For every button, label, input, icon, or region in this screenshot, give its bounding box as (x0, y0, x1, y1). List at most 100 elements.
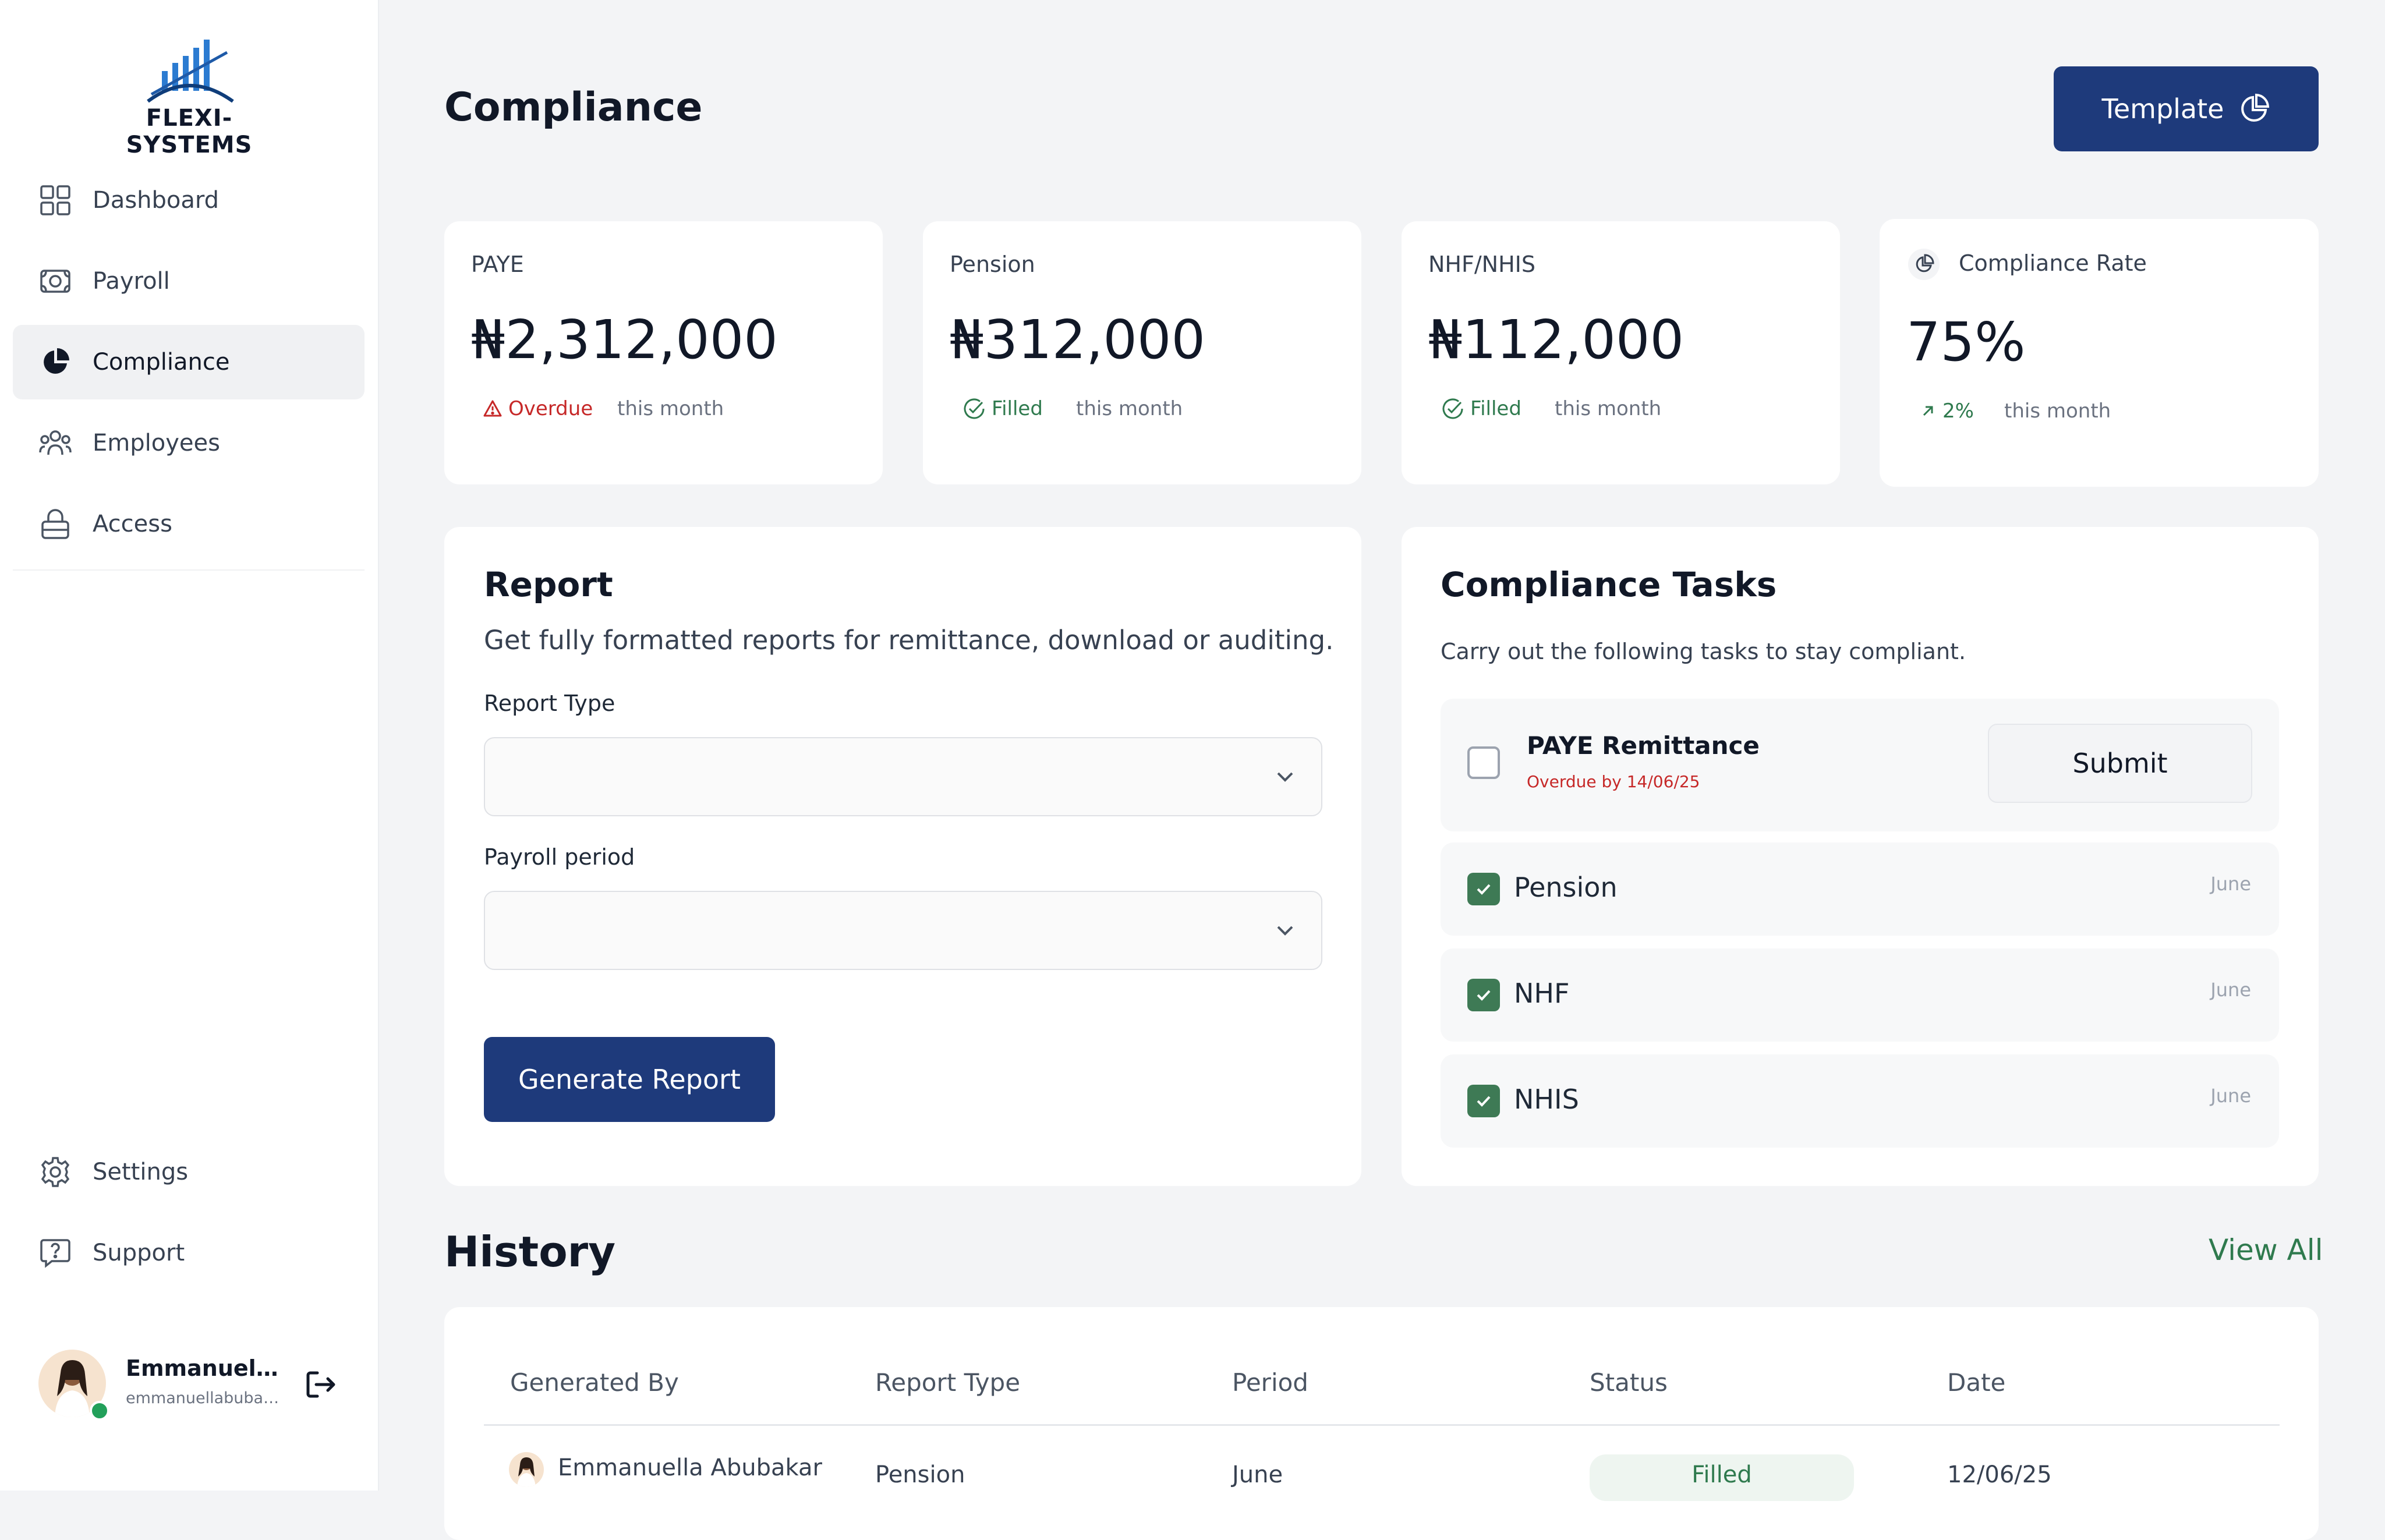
chevron-down-icon (1277, 926, 1293, 936)
view-all-link[interactable]: View All (2209, 1233, 2323, 1267)
sidebar-item-settings[interactable]: Settings (13, 1135, 365, 1209)
payroll-period-select[interactable] (484, 891, 1322, 970)
stat-label: Pension (950, 252, 1035, 277)
checkmark-icon (1477, 990, 1491, 1001)
people-icon (39, 430, 72, 455)
column-header[interactable]: Period (1232, 1368, 1308, 1397)
stat-footnote: this month (617, 397, 724, 420)
brand-logo[interactable]: FLEXI-SYSTEMS (93, 36, 285, 158)
task-checkbox[interactable] (1467, 979, 1500, 1011)
template-button[interactable]: Template (2054, 66, 2319, 151)
task-overdue-note: Overdue by 14/06/25 (1527, 772, 1700, 791)
stat-card-nhf-nhis: NHF/NHIS ₦112,000 Filled this month (1402, 221, 1840, 484)
arrow-up-right-icon (1923, 406, 1933, 416)
stat-value: ₦312,000 (950, 309, 1205, 371)
stat-card-compliance-rate: Compliance Rate 75% 2% this month (1880, 219, 2319, 487)
help-chat-icon (40, 1239, 70, 1268)
tasks-title: Compliance Tasks (1441, 565, 1777, 604)
checkmark-icon (1477, 1096, 1491, 1107)
sidebar-item-dashboard[interactable]: Dashboard (13, 163, 365, 238)
report-title: Report (484, 565, 613, 604)
table-cell-report-type: Pension (875, 1461, 965, 1488)
pie-chart-icon (2241, 93, 2270, 122)
report-type-select[interactable] (484, 737, 1322, 816)
page-title: Compliance (444, 84, 703, 130)
money-icon (40, 270, 70, 293)
task-month: June (2210, 979, 2251, 1001)
sidebar: FLEXI-SYSTEMS Dashboard Payroll Complian… (0, 0, 379, 1491)
check-circle-icon (964, 398, 985, 419)
brand-name: FLEXI-SYSTEMS (126, 105, 253, 158)
task-checkbox[interactable] (1467, 746, 1500, 779)
stat-footnote: this month (1555, 397, 1662, 420)
task-name: NHF (1514, 978, 1570, 1009)
stat-card-paye: PAYE ₦2,312,000 Overdue this month (444, 221, 883, 484)
payroll-period-label: Payroll period (484, 844, 635, 870)
logout-icon[interactable] (303, 1367, 338, 1402)
task-name: NHIS (1514, 1084, 1579, 1115)
column-header[interactable]: Date (1947, 1368, 2005, 1397)
task-checkbox[interactable] (1467, 1085, 1500, 1117)
task-checkbox[interactable] (1467, 873, 1500, 905)
status-badge-overdue: Overdue (483, 397, 593, 420)
sidebar-item-label: Compliance (93, 349, 230, 376)
report-subtitle: Get fully formatted reports for remittan… (484, 625, 1334, 656)
pie-chart-icon (44, 348, 69, 374)
table-cell-date: 12/06/25 (1947, 1461, 2052, 1488)
user-profile[interactable]: Emmanuella... emmanuellabubak... (38, 1350, 341, 1421)
column-header[interactable]: Report Type (875, 1368, 1020, 1397)
stat-footnote: this month (2004, 399, 2111, 423)
check-circle-icon (1442, 398, 1463, 419)
lock-icon (41, 509, 69, 539)
grid-icon (40, 185, 70, 215)
stat-value: 75% (1906, 311, 2026, 373)
sidebar-item-label: Payroll (93, 268, 170, 295)
sidebar-item-label: Dashboard (93, 187, 220, 214)
tasks-subtitle: Carry out the following tasks to stay co… (1441, 639, 1966, 664)
sidebar-item-compliance[interactable]: Compliance (13, 325, 365, 399)
history-title: History (444, 1227, 616, 1276)
stat-label: Compliance Rate (1959, 250, 2147, 276)
report-type-label: Report Type (484, 691, 615, 716)
table-cell-period: June (1232, 1461, 1283, 1488)
generate-report-button[interactable]: Generate Report (484, 1037, 775, 1122)
history-table (444, 1307, 2319, 1540)
status-badge-filled: Filled (963, 397, 1043, 420)
stat-value: ₦112,000 (1428, 309, 1684, 371)
task-month: June (2210, 873, 2251, 895)
stat-value: ₦2,312,000 (471, 309, 778, 371)
column-header[interactable]: Generated By (510, 1368, 679, 1397)
trend-badge-up: 2% (1919, 399, 1974, 423)
warning-icon (483, 400, 502, 417)
stat-label: PAYE (471, 252, 524, 277)
sidebar-item-label: Employees (93, 430, 220, 456)
stat-footnote: this month (1076, 397, 1183, 420)
gear-icon (41, 1157, 70, 1187)
task-name: PAYE Remittance (1527, 731, 1760, 760)
sidebar-item-employees[interactable]: Employees (13, 406, 365, 480)
chevron-down-icon (1277, 772, 1293, 782)
stat-card-pension: Pension ₦312,000 Filled this month (923, 221, 1361, 484)
avatar (509, 1452, 544, 1487)
user-email: emmanuellabubak... (126, 1389, 283, 1407)
sidebar-item-payroll[interactable]: Payroll (13, 244, 365, 318)
checkmark-icon (1477, 884, 1491, 895)
sidebar-item-label: Support (93, 1240, 185, 1266)
logo-icon (147, 40, 234, 103)
pie-chart-icon (1908, 249, 1940, 280)
sidebar-item-label: Access (93, 511, 172, 537)
online-status-indicator (90, 1401, 109, 1421)
task-name: Pension (1514, 872, 1618, 903)
sidebar-item-support[interactable]: Support (13, 1216, 365, 1290)
status-badge: Filled (1590, 1454, 1854, 1501)
sidebar-item-access[interactable]: Access (13, 487, 365, 561)
submit-button[interactable]: Submit (1988, 724, 2252, 803)
sidebar-divider (13, 569, 365, 571)
task-month: June (2210, 1085, 2251, 1107)
template-button-label: Template (2101, 93, 2224, 125)
user-name: Emmanuella... (126, 1355, 283, 1381)
table-header-divider (484, 1424, 2280, 1426)
stat-label: NHF/NHIS (1428, 252, 1535, 277)
sidebar-item-label: Settings (93, 1159, 189, 1185)
column-header[interactable]: Status (1590, 1368, 1668, 1397)
